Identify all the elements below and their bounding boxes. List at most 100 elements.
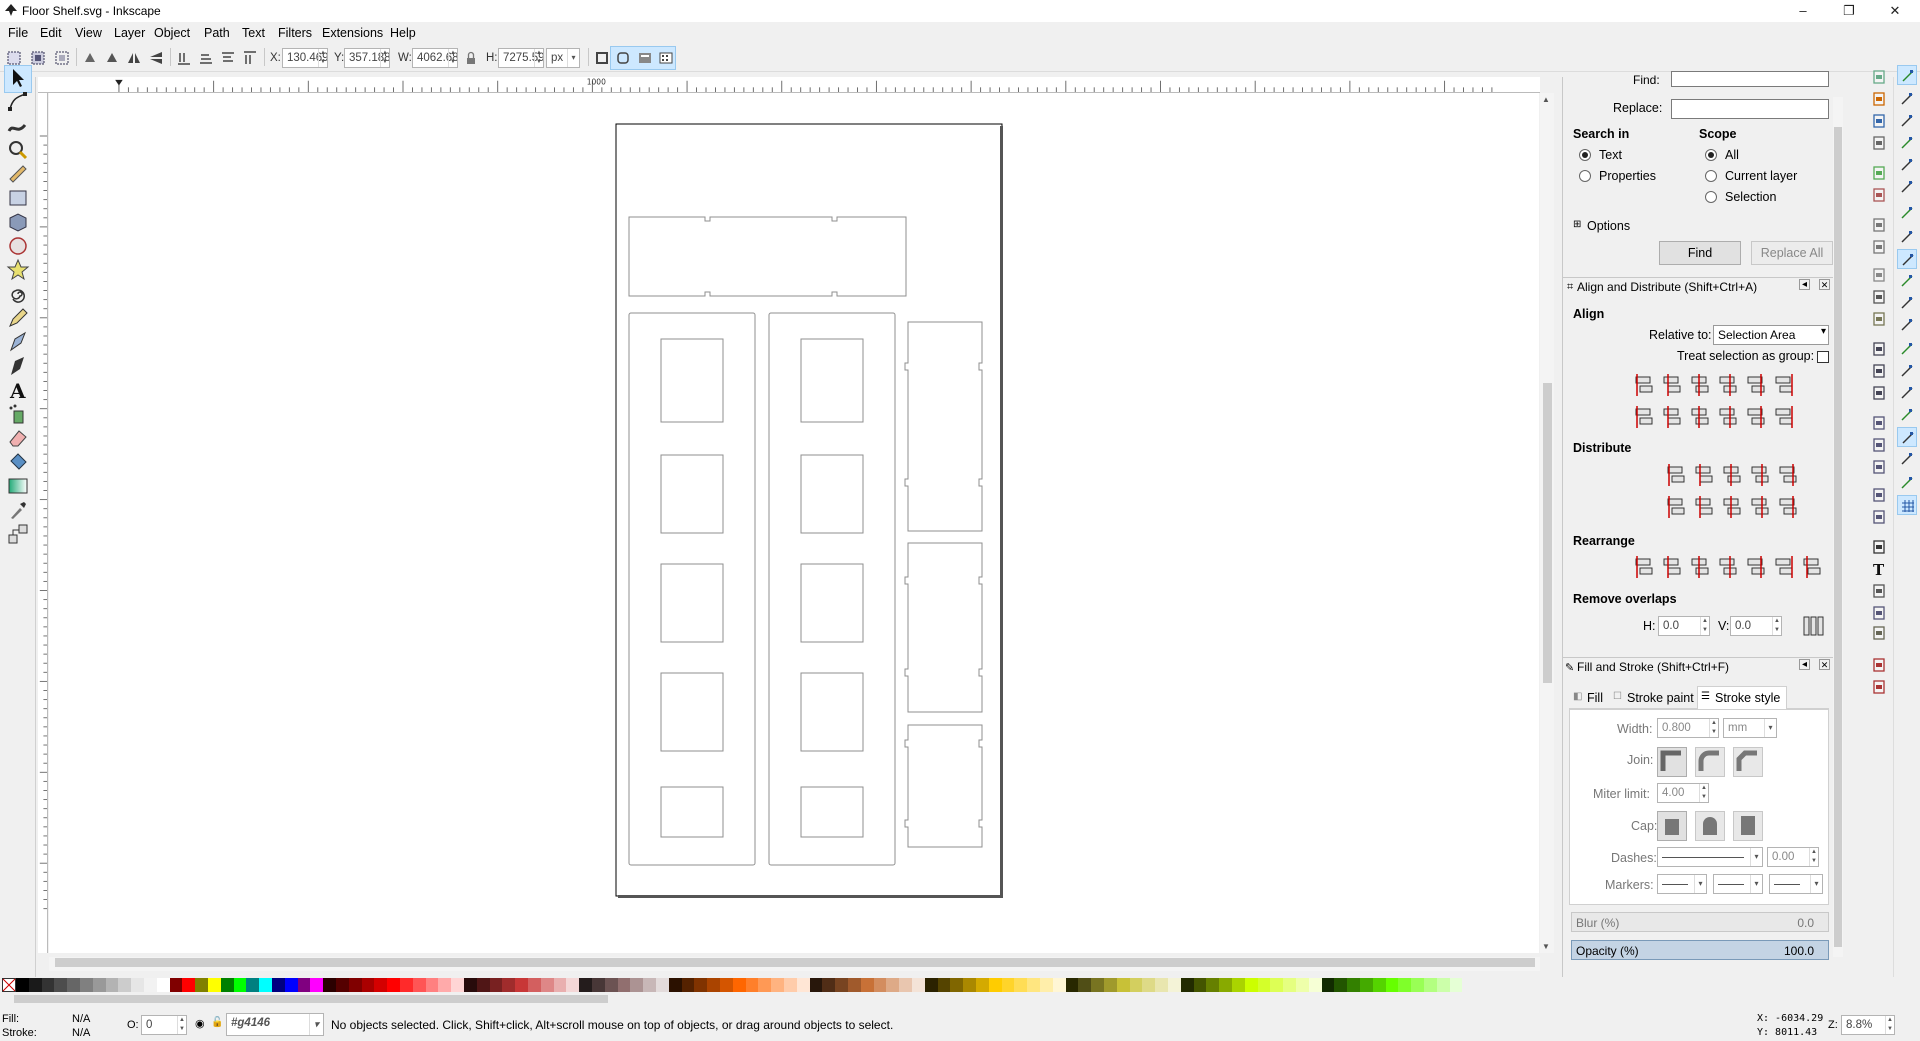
snap-toggle-15[interactable]: [1897, 405, 1917, 425]
palette-swatch[interactable]: [1360, 978, 1373, 992]
snap-toggle-13[interactable]: [1897, 361, 1917, 381]
remove-overlaps-icon[interactable]: [1801, 613, 1827, 639]
palette-swatch[interactable]: [668, 978, 682, 992]
palette-swatch[interactable]: [553, 978, 567, 992]
palette-swatch[interactable]: [131, 978, 144, 992]
paint-bucket-tool[interactable]: [5, 449, 31, 475]
opacity-slider[interactable]: Opacity (%) 100.0: [1571, 940, 1829, 960]
y-input[interactable]: 357.188 ▲ ▼: [344, 48, 390, 68]
spray-tool[interactable]: [5, 401, 31, 427]
radio-all[interactable]: [1705, 149, 1717, 161]
join-miter-icon[interactable]: [1657, 747, 1687, 777]
palette-swatch[interactable]: [886, 978, 900, 992]
x-input[interactable]: 130.469 ▲ ▼: [282, 48, 328, 68]
distribute-button-1-4-icon[interactable]: [1777, 495, 1801, 519]
palette-scroll-thumb[interactable]: [14, 995, 608, 1003]
align-dialog-icon[interactable]: [1871, 625, 1887, 641]
palette-swatch[interactable]: [732, 978, 746, 992]
panel-iconify-icon[interactable]: ◂: [1799, 659, 1810, 670]
palette-swatch[interactable]: [195, 978, 208, 992]
palette-swatch[interactable]: [169, 978, 183, 992]
scale-corners-icon[interactable]: [615, 50, 631, 66]
palette-swatch[interactable]: [1104, 978, 1117, 992]
palette-swatch[interactable]: [1308, 978, 1322, 992]
cut-icon[interactable]: [1871, 289, 1887, 305]
palette-swatch[interactable]: [105, 978, 119, 992]
palette-swatch[interactable]: [361, 978, 375, 992]
palette-swatch[interactable]: [822, 978, 836, 992]
palette-swatch[interactable]: [16, 978, 29, 992]
open-file-icon[interactable]: [1871, 91, 1887, 107]
no-paint-swatch-icon[interactable]: [2, 978, 16, 992]
align-button-0-0-icon[interactable]: [1633, 373, 1657, 397]
palette-swatch[interactable]: [976, 978, 989, 992]
palette-swatch[interactable]: [272, 978, 285, 992]
measure-tool[interactable]: [5, 161, 31, 187]
palette-swatch[interactable]: [1257, 978, 1271, 992]
palette-swatch[interactable]: [1142, 978, 1156, 992]
palette-swatch[interactable]: [41, 978, 55, 992]
layers-dialog-icon[interactable]: [1871, 583, 1887, 599]
palette-scrollbar[interactable]: [0, 993, 1920, 1005]
align-button-1-3-icon[interactable]: [1717, 405, 1741, 429]
palette-swatch[interactable]: [387, 978, 400, 992]
distribute-button-0-2-icon[interactable]: [1721, 463, 1745, 487]
align-button-0-1-icon[interactable]: [1661, 373, 1685, 397]
distribute-button-1-3-icon[interactable]: [1749, 495, 1773, 519]
palette-swatch[interactable]: [694, 978, 708, 992]
palette-swatch[interactable]: [425, 978, 439, 992]
palette-swatch[interactable]: [860, 978, 874, 992]
lower-icon[interactable]: [198, 50, 214, 66]
width-unit-select[interactable]: mm ▾: [1723, 718, 1777, 738]
canvas-horizontal-scrollbar[interactable]: [49, 957, 1540, 971]
palette-swatch[interactable]: [1244, 978, 1258, 992]
distribute-button-0-4-icon[interactable]: [1777, 463, 1801, 487]
palette-swatch[interactable]: [1155, 978, 1168, 992]
zoom-selection-icon[interactable]: [1871, 341, 1887, 357]
copy-icon[interactable]: [1871, 267, 1887, 283]
zoom-input[interactable]: 8.8% ▲ ▼: [1841, 1015, 1895, 1035]
align-button-1-4-icon[interactable]: [1745, 405, 1769, 429]
palette-swatch[interactable]: [643, 978, 656, 992]
zoom-tool[interactable]: [5, 137, 31, 163]
xml-editor-icon[interactable]: [1871, 605, 1887, 621]
distribute-button-0-0-icon[interactable]: [1665, 463, 1689, 487]
gradient-tool[interactable]: [5, 473, 31, 499]
rotate-ccw-icon[interactable]: [82, 50, 98, 66]
palette-swatch[interactable]: [310, 978, 324, 992]
palette-swatch[interactable]: [92, 978, 106, 992]
palette-swatch[interactable]: [1347, 978, 1360, 992]
palette-swatch[interactable]: [297, 978, 311, 992]
palette-swatch[interactable]: [1027, 978, 1040, 992]
palette-swatch[interactable]: [1180, 978, 1194, 992]
unit-select[interactable]: px ▾: [546, 48, 580, 68]
palette-swatch[interactable]: [912, 978, 925, 992]
palette-swatch[interactable]: [1078, 978, 1092, 992]
lower-to-bottom-icon[interactable]: [176, 50, 192, 66]
palette-swatch[interactable]: [1411, 978, 1424, 992]
clone-icon[interactable]: [1871, 437, 1887, 453]
palette-swatch[interactable]: [220, 978, 234, 992]
print-icon[interactable]: [1871, 135, 1887, 151]
palette-swatch[interactable]: [809, 978, 823, 992]
menu-edit[interactable]: Edit: [40, 26, 62, 40]
pencil-tool[interactable]: [5, 305, 31, 331]
rearrange-button-0-4-icon[interactable]: [1745, 555, 1769, 579]
palette-swatch[interactable]: [1449, 978, 1463, 992]
palette-swatch[interactable]: [1168, 978, 1181, 992]
palette-swatch[interactable]: [336, 978, 349, 992]
export-icon[interactable]: [1871, 187, 1887, 203]
move-gradients-icon[interactable]: [637, 50, 653, 66]
deselect-icon[interactable]: [54, 50, 70, 66]
palette-swatch[interactable]: [489, 978, 503, 992]
palette-swatch[interactable]: [784, 978, 797, 992]
raise-icon[interactable]: [220, 50, 236, 66]
snap-toggle-14[interactable]: [1897, 383, 1917, 403]
align-button-0-5-icon[interactable]: [1773, 373, 1797, 397]
horizontal-scroll-thumb[interactable]: [55, 958, 1535, 967]
rearrange-button-0-0-icon[interactable]: [1633, 555, 1657, 579]
menu-extensions[interactable]: Extensions: [322, 26, 383, 40]
palette-swatch[interactable]: [579, 978, 592, 992]
palette-swatch[interactable]: [924, 978, 938, 992]
panel-close-icon[interactable]: ✕: [1819, 659, 1830, 670]
